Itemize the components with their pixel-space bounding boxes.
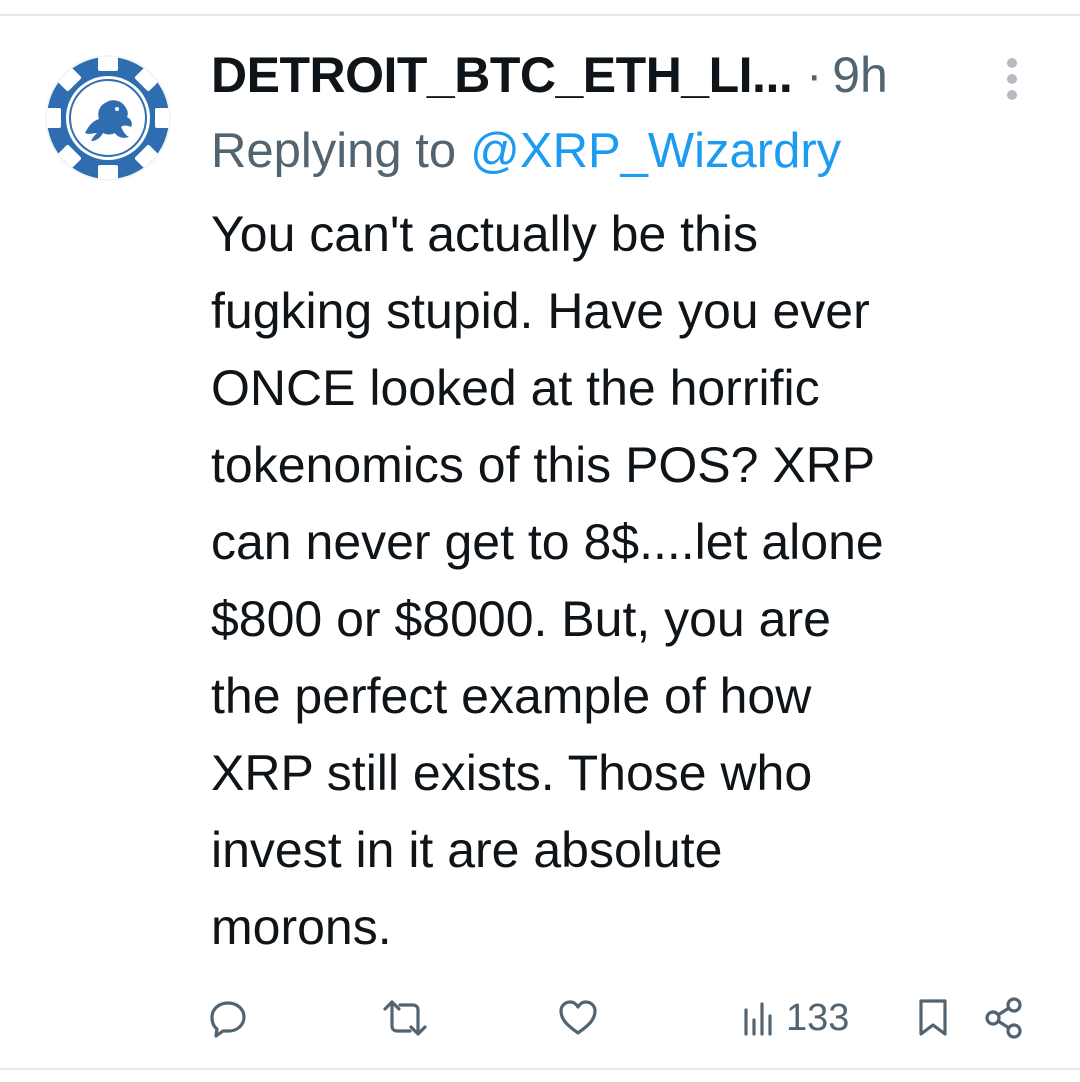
views-button[interactable]: 133 <box>742 990 849 1046</box>
tweet-text-line: invest in it are absolute <box>211 822 723 878</box>
more-options-icon[interactable] <box>999 56 1025 102</box>
retweet-icon <box>383 1000 427 1036</box>
header-separator: · <box>806 48 823 102</box>
bottom-divider <box>0 1068 1080 1070</box>
author-display-name[interactable]: DETROIT_BTC_ETH_LI... <box>211 46 793 104</box>
tweet-text-line: You can't actually be this <box>211 206 758 262</box>
retweet-button[interactable] <box>382 990 428 1046</box>
lion-poker-chip-icon <box>45 55 171 181</box>
views-chart-icon <box>744 1002 772 1036</box>
reply-icon <box>210 1001 246 1038</box>
tweet-text-line: can never get to 8$....let alone <box>211 514 884 570</box>
tweet-text-line: $800 or $8000. But, you are <box>211 591 831 647</box>
tweet-text-line: fugking stupid. Have you ever <box>211 283 870 339</box>
tweet-text-line: morons. <box>211 899 392 955</box>
tweet-text-line: ONCE looked at the horrific <box>211 360 820 416</box>
tweet-actions-bar: 133 <box>0 990 1080 1046</box>
share-button[interactable] <box>984 990 1024 1046</box>
tweet-text-line: the perfect example of how <box>211 668 812 724</box>
share-icon <box>985 997 1022 1039</box>
bookmark-button[interactable] <box>916 990 950 1046</box>
tweet-header: DETROIT_BTC_ETH_LI... · 9h <box>211 40 888 110</box>
heart-icon <box>559 1000 597 1035</box>
top-divider <box>0 14 1080 16</box>
replying-to: Replying to @XRP_Wizardry <box>211 116 841 186</box>
tweet-text-line: tokenomics of this POS? XRP <box>211 437 876 493</box>
replying-mention-link[interactable]: @XRP_Wizardry <box>470 123 841 179</box>
views-count: 133 <box>786 996 850 1039</box>
tweet-timestamp[interactable]: 9h <box>832 46 888 104</box>
tweet-text-line: XRP still exists. Those who <box>211 745 813 801</box>
like-button[interactable] <box>556 990 600 1046</box>
tweet-text: You can't actually be this fugking stupi… <box>211 196 1051 966</box>
avatar[interactable] <box>45 55 171 181</box>
reply-button[interactable] <box>206 990 250 1046</box>
bookmark-icon <box>919 999 947 1036</box>
replying-label: Replying to <box>211 124 457 178</box>
